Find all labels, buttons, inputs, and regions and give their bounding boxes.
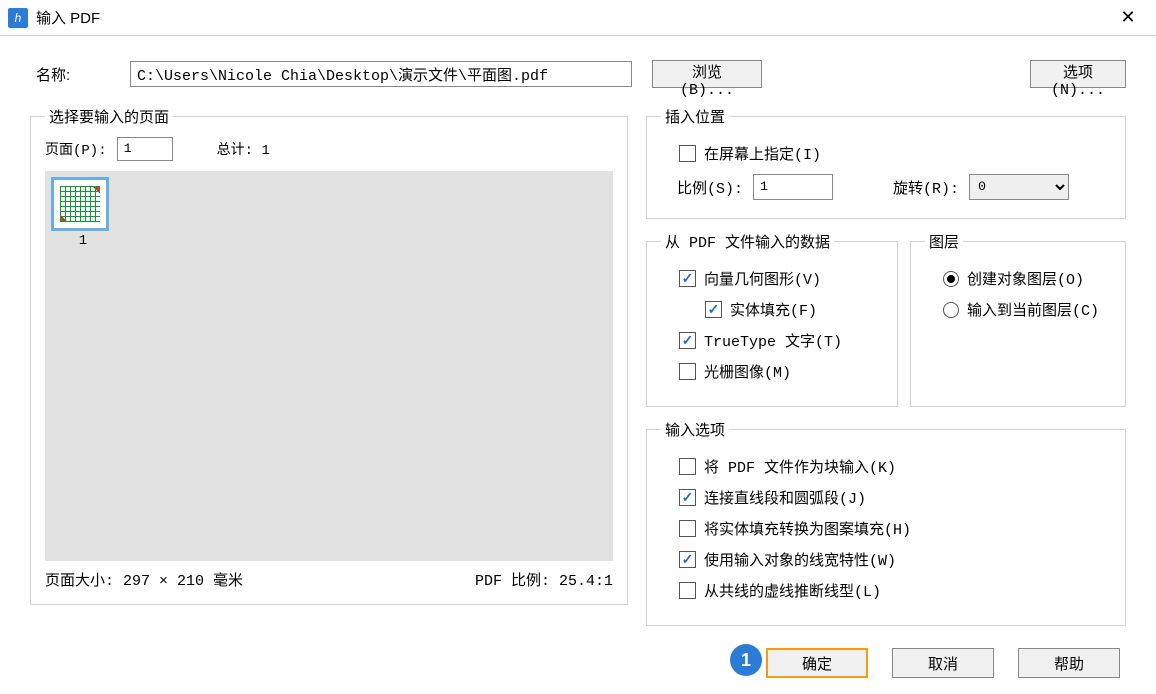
- thumbnail-number: 1: [51, 233, 115, 249]
- page-input[interactable]: [117, 137, 173, 161]
- current-layer-radio[interactable]: [943, 302, 959, 318]
- scale-label: 比例(S):: [677, 177, 743, 198]
- pdf-ratio-label: PDF 比例: 25.4:1: [475, 569, 613, 590]
- footer-buttons: 1 确定 取消 帮助: [30, 648, 1126, 678]
- insert-position-legend: 插入位置: [661, 106, 729, 127]
- page-label: 页面(P):: [45, 139, 107, 159]
- solid-fill-label: 实体填充(F): [730, 299, 817, 320]
- vector-checkbox[interactable]: [679, 270, 696, 287]
- specify-onscreen-label: 在屏幕上指定(I): [704, 143, 821, 164]
- thumbnail-image: [51, 177, 109, 231]
- cancel-button[interactable]: 取消: [892, 648, 994, 678]
- total-label: 总计: 1: [217, 139, 270, 159]
- vector-label: 向量几何图形(V): [704, 268, 821, 289]
- import-options-legend: 输入选项: [661, 419, 729, 440]
- ok-button[interactable]: 确定: [766, 648, 868, 678]
- preview-area[interactable]: 1: [45, 171, 613, 561]
- as-block-checkbox[interactable]: [679, 458, 696, 475]
- pdf-data-group: 从 PDF 文件输入的数据 向量几何图形(V) 实体填充(F) TrueType…: [646, 231, 898, 407]
- join-checkbox[interactable]: [679, 489, 696, 506]
- layer-legend: 图层: [925, 231, 963, 252]
- specify-onscreen-checkbox[interactable]: [679, 145, 696, 162]
- page-select-legend: 选择要输入的页面: [45, 106, 173, 127]
- lineweight-checkbox[interactable]: [679, 551, 696, 568]
- annotation-badge: 1: [730, 644, 762, 676]
- layer-group: 图层 创建对象图层(O) 输入到当前图层(C): [910, 231, 1126, 407]
- create-layer-radio[interactable]: [943, 271, 959, 287]
- page-size-label: 页面大小: 297 × 210 毫米: [45, 569, 243, 590]
- dialog-title: 输入 PDF: [36, 7, 100, 28]
- pdf-data-legend: 从 PDF 文件输入的数据: [661, 231, 834, 252]
- truetype-checkbox[interactable]: [679, 332, 696, 349]
- hatch-checkbox[interactable]: [679, 520, 696, 537]
- raster-label: 光栅图像(M): [704, 361, 791, 382]
- import-options-group: 输入选项 将 PDF 文件作为块输入(K) 连接直线段和圆弧段(J) 将实体填充…: [646, 419, 1126, 626]
- join-label: 连接直线段和圆弧段(J): [704, 487, 866, 508]
- lineweight-label: 使用输入对象的线宽特性(W): [704, 549, 896, 570]
- infer-linetype-label: 从共线的虚线推断线型(L): [704, 580, 881, 601]
- name-label: 名称:: [30, 64, 110, 85]
- app-icon: h: [8, 8, 28, 28]
- solid-fill-checkbox[interactable]: [705, 301, 722, 318]
- create-layer-label: 创建对象图层(O): [967, 268, 1084, 289]
- infer-linetype-checkbox[interactable]: [679, 582, 696, 599]
- path-input[interactable]: [130, 61, 632, 87]
- name-row: 名称: 浏览(B)... 选项(N)...: [30, 60, 1126, 88]
- options-button[interactable]: 选项(N)...: [1030, 60, 1126, 88]
- current-layer-label: 输入到当前图层(C): [967, 299, 1099, 320]
- hatch-label: 将实体填充转换为图案填充(H): [704, 518, 911, 539]
- as-block-label: 将 PDF 文件作为块输入(K): [704, 456, 896, 477]
- insert-position-group: 插入位置 在屏幕上指定(I) 比例(S): 旋转(R): 0: [646, 106, 1126, 219]
- truetype-label: TrueType 文字(T): [704, 330, 842, 351]
- rotate-select[interactable]: 0: [969, 174, 1069, 200]
- page-select-group: 选择要输入的页面 页面(P): 总计: 1 1 页面大小: 297 × 210 …: [30, 106, 628, 605]
- page-thumbnail[interactable]: 1: [51, 177, 115, 249]
- close-icon[interactable]: ✕: [1108, 3, 1148, 33]
- help-button[interactable]: 帮助: [1018, 648, 1120, 678]
- scale-input[interactable]: [753, 174, 833, 200]
- browse-button[interactable]: 浏览(B)...: [652, 60, 762, 88]
- rotate-label: 旋转(R):: [893, 177, 959, 198]
- titlebar: h 输入 PDF ✕: [0, 0, 1156, 36]
- raster-checkbox[interactable]: [679, 363, 696, 380]
